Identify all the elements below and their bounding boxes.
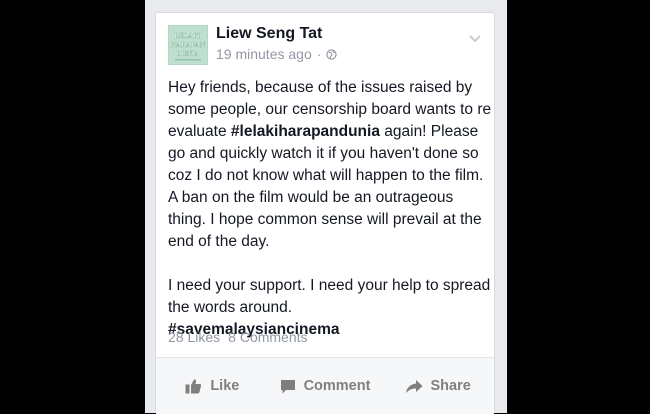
post-time[interactable]: 19 minutes ago (216, 46, 312, 62)
hashtag-link[interactable]: #lelakiharapandunia (231, 123, 380, 140)
engagement-counts: 28 Likes 8 Comments (168, 329, 308, 345)
like-label: Like (210, 378, 240, 394)
likes-count[interactable]: 28 Likes (168, 329, 220, 345)
post-paragraph-1: Hey friends, because of the issues raise… (168, 77, 494, 253)
post-text: again! Please go and quickly watch it if… (168, 123, 484, 250)
share-button[interactable]: Share (381, 378, 494, 394)
like-button[interactable]: Like (156, 378, 269, 394)
svg-text:HARAPAN: HARAPAN (171, 41, 205, 49)
globe-icon (326, 48, 338, 60)
post-card: LELAKI HARAPAN DUNIA Liew Seng Tat 19 mi… (155, 12, 495, 414)
share-arrow-icon (405, 379, 423, 393)
action-bar: Like Comment Share (156, 358, 494, 414)
comment-button[interactable]: Comment (269, 378, 382, 394)
thumbs-up-icon (185, 379, 202, 394)
meta-separator: · (316, 46, 322, 62)
chevron-down-icon[interactable] (468, 31, 482, 45)
post-meta: 19 minutes ago · (216, 46, 338, 62)
speech-bubble-icon (280, 379, 295, 393)
svg-text:LELAKI: LELAKI (174, 32, 202, 40)
comment-label: Comment (303, 378, 371, 394)
post-text: I need your support. I need your help to… (168, 277, 491, 316)
author-name[interactable]: Liew Seng Tat (216, 25, 322, 43)
avatar[interactable]: LELAKI HARAPAN DUNIA (168, 25, 208, 65)
comments-count[interactable]: 8 Comments (228, 329, 307, 345)
post-body: Hey friends, because of the issues raise… (168, 77, 494, 341)
svg-text:DUNIA: DUNIA (177, 50, 200, 58)
avatar-logo: LELAKI HARAPAN DUNIA (169, 26, 207, 64)
share-label: Share (430, 378, 471, 394)
